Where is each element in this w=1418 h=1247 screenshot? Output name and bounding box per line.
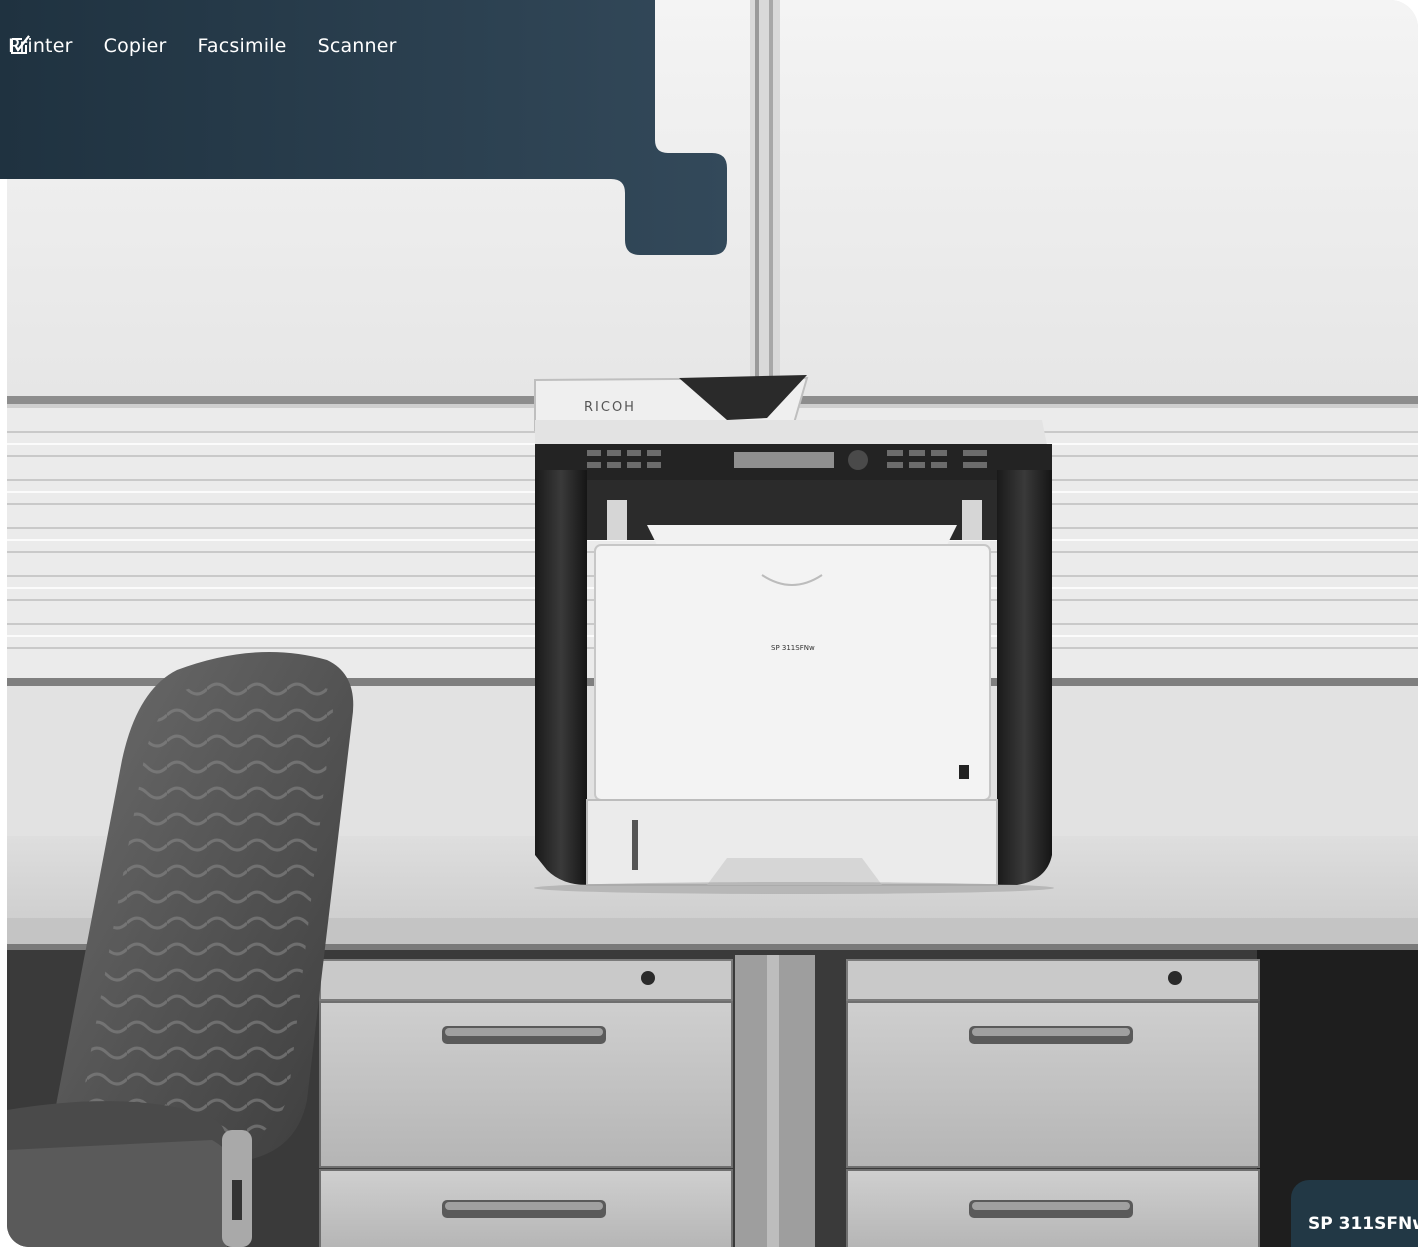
model-label: SP 311SFNw bbox=[1308, 1214, 1418, 1234]
feature-label: Facsimile bbox=[197, 35, 287, 57]
printer-illustration: RICOH SP 311SFNw bbox=[534, 375, 1054, 894]
feature-label: Copier bbox=[103, 35, 167, 57]
feature-item-scanner: Scanner bbox=[11, 33, 397, 59]
feature-banner: Printer Copier Facsimile Scanner bbox=[0, 0, 727, 255]
product-brochure-page: RICOH SP 311SFNw Printer Copier Facsimil… bbox=[0, 0, 1418, 1247]
checkbox-checked-icon bbox=[11, 35, 30, 54]
printer-front-label: SP 311SFNw bbox=[771, 644, 815, 652]
feature-label: Scanner bbox=[317, 35, 397, 57]
feature-item-facsimile: Facsimile bbox=[11, 33, 287, 59]
printer-brand-text: RICOH bbox=[584, 400, 636, 415]
feature-list: Printer Copier Facsimile Scanner bbox=[8, 33, 428, 59]
feature-item-copier: Copier bbox=[11, 33, 167, 59]
